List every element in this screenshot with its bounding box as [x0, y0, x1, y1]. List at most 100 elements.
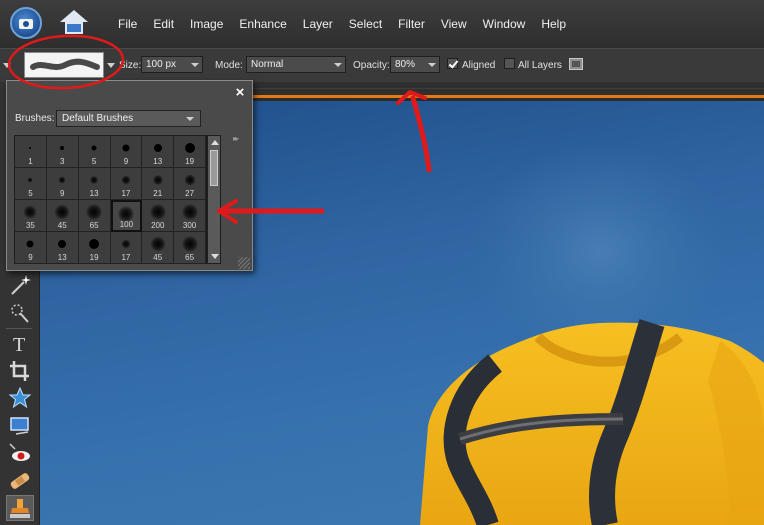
- scroll-down-icon[interactable]: [211, 254, 219, 259]
- menu-file[interactable]: File: [110, 17, 145, 31]
- mode-select[interactable]: Normal: [246, 56, 346, 73]
- crop-icon[interactable]: [6, 358, 34, 384]
- brush-preset[interactable]: 21: [142, 168, 175, 200]
- scroll-up-icon[interactable]: [211, 140, 219, 145]
- brush-preset[interactable]: 1: [15, 136, 47, 168]
- brush-size-label: 5: [28, 189, 33, 198]
- brush-size-label: 17: [121, 189, 131, 198]
- brush-size-label: 17: [121, 253, 131, 262]
- brush-library-select[interactable]: Default Brushes: [56, 110, 201, 127]
- brush-tip-icon: [181, 236, 198, 252]
- brush-tip-icon: [26, 240, 34, 248]
- size-dropdown-icon[interactable]: [191, 63, 199, 67]
- chevron-down-icon[interactable]: [186, 117, 194, 121]
- brush-preset[interactable]: 200: [142, 200, 175, 232]
- brush-preset[interactable]: 13: [46, 232, 79, 264]
- menu-help[interactable]: Help: [533, 17, 574, 31]
- aligned-checkbox[interactable]: [447, 58, 458, 69]
- brush-preset[interactable]: 65: [174, 232, 206, 264]
- menu-bar: File Edit Image Enhance Layer Select Fil…: [0, 0, 764, 48]
- brush-preset[interactable]: 17: [110, 168, 143, 200]
- brush-preset[interactable]: 19: [174, 136, 206, 168]
- brush-size-label: 65: [89, 221, 99, 230]
- brush-tip-icon: [29, 147, 32, 149]
- brush-preset[interactable]: 9: [110, 136, 143, 168]
- brush-preset[interactable]: 65: [78, 200, 111, 232]
- cookie-cutter-icon[interactable]: [6, 385, 34, 411]
- brush-size-label: 35: [25, 221, 35, 230]
- quick-selection-icon[interactable]: [6, 300, 34, 326]
- brush-preset[interactable]: 19: [78, 232, 111, 264]
- menu-edit[interactable]: Edit: [145, 17, 182, 31]
- tool-preset-dropdown-icon[interactable]: [3, 63, 11, 68]
- brush-size-label: 65: [185, 253, 195, 262]
- all-layers-checkbox[interactable]: [504, 58, 515, 69]
- brush-size-label: 9: [123, 157, 129, 166]
- brush-preset[interactable]: 35: [15, 200, 47, 232]
- menu-image[interactable]: Image: [182, 17, 231, 31]
- brush-preset[interactable]: 9: [15, 232, 47, 264]
- brushes-label: Brushes:: [15, 113, 55, 124]
- brush-size-label: 19: [89, 253, 99, 262]
- brush-tip-icon: [54, 204, 70, 220]
- brush-tip-icon: [58, 176, 66, 184]
- brush-tip-icon: [153, 144, 162, 152]
- brush-size-label: 13: [153, 157, 163, 166]
- brush-preset[interactable]: 3: [46, 136, 79, 168]
- brush-tip-icon: [181, 204, 198, 220]
- brush-preset[interactable]: 17: [110, 232, 143, 264]
- brush-grid-scrollbar[interactable]: [207, 135, 221, 264]
- brush-size-label: 9: [60, 189, 65, 198]
- opacity-dropdown-icon[interactable]: [428, 63, 436, 67]
- brush-size-label: 9: [28, 253, 33, 262]
- brush-size-label: 19: [185, 157, 195, 166]
- brush-size-label: 200: [151, 221, 165, 230]
- brush-preset[interactable]: 13: [78, 168, 111, 200]
- brush-preset[interactable]: 45: [46, 200, 79, 232]
- healing-brush-icon[interactable]: [6, 468, 34, 494]
- close-icon[interactable]: ×: [234, 85, 246, 100]
- menu-enhance[interactable]: Enhance: [231, 17, 294, 31]
- home-icon[interactable]: [58, 7, 90, 39]
- scroll-thumb[interactable]: [210, 150, 218, 186]
- menu-layer[interactable]: Layer: [295, 17, 341, 31]
- type-tool-icon[interactable]: T: [6, 331, 34, 357]
- brush-preset[interactable]: 300: [174, 200, 206, 232]
- brush-size-label: 13: [89, 189, 99, 198]
- menu-window[interactable]: Window: [475, 17, 534, 31]
- camera-icon[interactable]: [10, 7, 42, 39]
- brush-size-label: 45: [153, 253, 163, 262]
- tool-options-bar: Size: 100 px Mode: Normal Opacity: 80% A…: [0, 48, 764, 82]
- brush-preset[interactable]: 9: [46, 168, 79, 200]
- brush-preset[interactable]: 13: [142, 136, 175, 168]
- menu-select[interactable]: Select: [341, 17, 390, 31]
- brush-tip-icon: [121, 175, 131, 185]
- brush-preset[interactable]: 100: [110, 200, 143, 232]
- panel-menu-icon[interactable]: ▸▸: [233, 134, 239, 143]
- brush-tip-icon: [184, 143, 195, 153]
- mode-value: Normal: [251, 59, 284, 70]
- brush-preset[interactable]: 5: [78, 136, 111, 168]
- clone-overlay-icon[interactable]: [569, 58, 583, 70]
- menu-view[interactable]: View: [433, 17, 475, 31]
- brush-preset[interactable]: 27: [174, 168, 206, 200]
- brush-preview-button[interactable]: [24, 52, 104, 78]
- all-layers-label: All Layers: [518, 60, 562, 71]
- mode-dropdown-icon[interactable]: [334, 63, 342, 67]
- brush-preset[interactable]: 45: [142, 232, 175, 264]
- brush-preset[interactable]: 5: [15, 168, 47, 200]
- brush-tip-icon: [122, 144, 130, 152]
- menu-filter[interactable]: Filter: [390, 17, 433, 31]
- brush-size-label: 1: [28, 157, 33, 166]
- brush-grid: 1 3 5 9 13 19 5 9 13 17 21 27 35 45 65 100 200 300 9 13 19 17…: [14, 135, 207, 264]
- straighten-icon[interactable]: [6, 412, 34, 438]
- magic-wand-icon[interactable]: [6, 272, 34, 298]
- brush-tip-icon: [91, 145, 97, 151]
- opacity-field[interactable]: 80%: [390, 56, 440, 73]
- brush-size-label: 27: [185, 189, 195, 198]
- clone-stamp-icon[interactable]: [6, 495, 34, 521]
- resize-grip-icon[interactable]: [238, 257, 250, 269]
- red-eye-icon[interactable]: [6, 440, 34, 466]
- brush-picker-dropdown-icon[interactable]: [107, 63, 115, 68]
- size-field[interactable]: 100 px: [141, 56, 203, 73]
